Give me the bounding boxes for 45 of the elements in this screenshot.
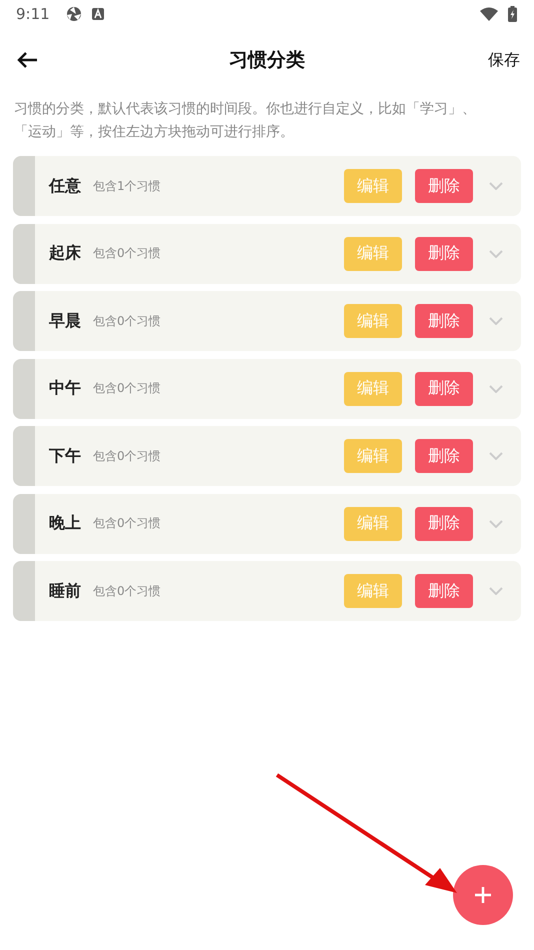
category-name: 起床 [49, 243, 81, 264]
wifi-icon [480, 7, 498, 21]
habit-count: 包含0个习惯 [93, 245, 161, 262]
back-arrow-icon[interactable] [16, 51, 38, 69]
battery-icon [508, 6, 517, 22]
habit-count: 包含0个习惯 [93, 582, 161, 600]
habit-count: 包含0个习惯 [93, 380, 161, 397]
delete-button[interactable]: 删除 [415, 506, 473, 540]
delete-button[interactable]: 删除 [415, 372, 473, 406]
chevron-down-icon[interactable] [489, 587, 503, 595]
drag-handle[interactable] [13, 426, 35, 486]
drag-handle[interactable] [13, 224, 35, 284]
chevron-down-icon[interactable] [489, 182, 503, 190]
category-name: 任意 [49, 176, 81, 196]
delete-button[interactable]: 删除 [415, 304, 473, 338]
drag-handle[interactable] [13, 494, 35, 554]
plus-icon [474, 886, 492, 904]
status-time: 9:11 [16, 5, 50, 23]
chevron-down-icon[interactable] [489, 250, 503, 258]
category-name: 早晨 [49, 310, 81, 332]
notification-icon [92, 8, 104, 20]
category-name: 睡前 [49, 580, 81, 602]
habit-count: 包含0个习惯 [93, 448, 161, 464]
delete-button[interactable]: 删除 [415, 439, 473, 473]
description-text: 习惯的分类，默认代表该习惯的时间段。你也进行自定义，比如「学习」、「运动」等，按住左边方块拖动可进行排序。 [14, 100, 477, 142]
delete-button[interactable]: 删除 [415, 169, 473, 203]
habit-count: 包含0个习惯 [93, 515, 161, 532]
category-name: 下午 [49, 446, 81, 466]
aperture-icon [66, 6, 82, 22]
drag-handle[interactable] [13, 358, 35, 418]
category-name: 晚上 [49, 513, 81, 534]
save-button[interactable]: 保存 [488, 50, 520, 70]
delete-button[interactable]: 删除 [415, 236, 473, 270]
page-title: 习惯分类 [229, 48, 305, 73]
drag-handle[interactable] [13, 561, 35, 621]
drag-handle[interactable] [13, 291, 35, 351]
drag-handle[interactable] [13, 156, 35, 216]
habit-count: 包含0个习惯 [93, 312, 161, 330]
habit-count: 包含1个习惯 [93, 178, 161, 194]
chevron-down-icon[interactable] [489, 452, 503, 460]
chevron-down-icon[interactable] [489, 520, 503, 528]
delete-button[interactable]: 删除 [415, 574, 473, 608]
category-name: 中午 [49, 378, 81, 399]
chevron-down-icon[interactable] [489, 317, 503, 325]
chevron-down-icon[interactable] [489, 384, 503, 392]
